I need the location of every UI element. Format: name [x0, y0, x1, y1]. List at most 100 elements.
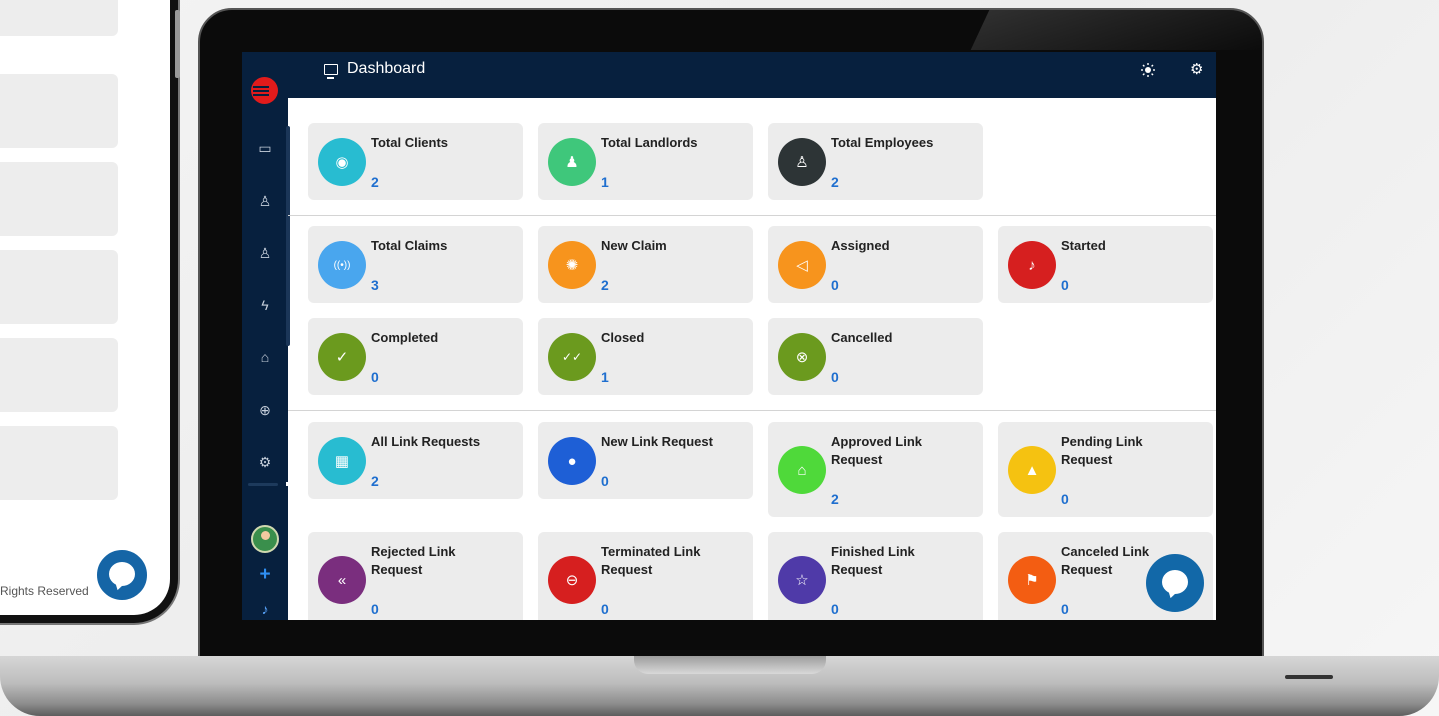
sidebar-lightning-icon[interactable]: ϟ — [242, 297, 288, 313]
card-label: Total Employees — [831, 135, 934, 150]
laptop-notch — [634, 656, 826, 674]
phone-card — [0, 162, 118, 236]
card-label: Total Landlords — [601, 135, 698, 150]
phone-side-button — [175, 10, 180, 78]
card-label: Terminated Link Request — [601, 544, 701, 577]
card-label: Approved Link Request — [831, 434, 923, 467]
laptop-indicator — [1285, 675, 1333, 679]
card-new-claim[interactable]: ✺ New Claim 2 — [538, 226, 753, 303]
card-label: Pending Link Request — [1061, 434, 1143, 467]
card-completed[interactable]: ✓ Completed 0 — [308, 318, 523, 395]
loading-icon: ✺ — [548, 241, 596, 289]
reply-all-icon: « — [318, 556, 366, 604]
card-label: Total Clients — [371, 135, 449, 150]
card-value: 2 — [371, 473, 379, 489]
broadcast-icon: ((•)) — [318, 241, 366, 289]
sidebar-divider — [248, 483, 278, 486]
card-new-link-request[interactable]: ● New Link Request 0 — [538, 422, 753, 499]
card-value: 0 — [371, 601, 379, 617]
building-icon: ▦ — [318, 437, 366, 485]
card-label: Cancelled — [831, 330, 893, 345]
brand-logo[interactable] — [251, 77, 278, 104]
card-label: Completed — [371, 330, 439, 345]
card-approved-link-request[interactable]: ⌂ Approved Link Request 2 — [768, 422, 983, 517]
card-closed[interactable]: ✓✓ Closed 1 — [538, 318, 753, 395]
card-total-landlords[interactable]: ♟ Total Landlords 1 — [538, 123, 753, 200]
card-value: 0 — [831, 601, 839, 617]
card-label: Finished Link Request — [831, 544, 915, 577]
sidebar-users-icon[interactable]: ♙ — [242, 193, 288, 210]
card-label: Closed — [601, 330, 645, 345]
card-value: 3 — [371, 277, 379, 293]
card-rejected-link-request[interactable]: « Rejected Link Request 0 — [308, 532, 523, 620]
page-title-text: Dashboard — [347, 60, 426, 77]
card-assigned[interactable]: ◁ Assigned 0 — [768, 226, 983, 303]
sidebar-scrollbar[interactable] — [286, 126, 290, 346]
card-label: Started — [1061, 238, 1106, 253]
card-value: 0 — [831, 277, 839, 293]
card-value: 1 — [601, 174, 609, 190]
lid-glare — [970, 10, 1262, 50]
notification-bell-icon[interactable]: ♪ — [242, 601, 288, 617]
phone-footer-text: Rights Reserved — [0, 584, 89, 598]
sidebar-active-marker — [286, 482, 292, 486]
x-circle-icon: ⊗ — [778, 333, 826, 381]
sidebar-download-icon[interactable]: ⊕ — [242, 402, 288, 419]
card-label: Rejected Link Request — [371, 544, 456, 577]
card-value: 0 — [1061, 491, 1069, 507]
phone-card — [0, 426, 118, 500]
card-label: New Claim — [601, 238, 667, 253]
dashboard-screen: Dashboard ⚙ ▭ ♙ ♙ ϟ ⌂ ⊕ ⚙ + ♪ ◉ Total Cl… — [242, 52, 1216, 620]
section-divider — [288, 215, 1216, 216]
card-value: 2 — [371, 174, 379, 190]
card-total-clients[interactable]: ◉ Total Clients 2 — [308, 123, 523, 200]
settings-gear-icon[interactable]: ⚙ — [1190, 60, 1203, 78]
sidebar-home-icon[interactable]: ⌂ — [242, 349, 288, 365]
card-value: 0 — [831, 369, 839, 385]
avatar[interactable] — [251, 525, 279, 553]
chat-icon — [109, 562, 135, 586]
top-bar: Dashboard ⚙ — [242, 52, 1216, 98]
check-icon: ✓ — [318, 333, 366, 381]
card-finished-link-request[interactable]: ☆ Finished Link Request 0 — [768, 532, 983, 620]
card-total-claims[interactable]: ((•)) Total Claims 3 — [308, 226, 523, 303]
card-value: 0 — [1061, 601, 1069, 617]
card-total-employees[interactable]: ♙ Total Employees 2 — [768, 123, 983, 200]
flag-icon: ⚑ — [1008, 556, 1056, 604]
phone-card — [0, 0, 118, 36]
minus-circle-icon: ⊖ — [548, 556, 596, 604]
card-value: 0 — [1061, 277, 1069, 293]
card-started[interactable]: ♪ Started 0 — [998, 226, 1213, 303]
card-label: Total Claims — [371, 238, 448, 253]
page-title: Dashboard — [324, 60, 426, 79]
chat-icon — [1162, 570, 1188, 594]
card-label: New Link Request — [601, 434, 713, 449]
card-all-link-requests[interactable]: ▦ All Link Requests 2 — [308, 422, 523, 499]
sidebar-monitor-icon[interactable]: ▭ — [242, 140, 288, 157]
star-icon: ☆ — [778, 556, 826, 604]
phone-screen: Rights Reserved — [0, 0, 170, 615]
sidebar-gear-icon[interactable]: ⚙ — [242, 454, 288, 471]
card-value: 0 — [371, 369, 379, 385]
person-icon: ♟ — [548, 138, 596, 186]
card-value: 2 — [601, 277, 609, 293]
monitor-icon — [324, 63, 338, 79]
sun-icon[interactable] — [1141, 63, 1155, 77]
card-value: 0 — [601, 473, 609, 489]
phone-chat-button[interactable] — [94, 547, 150, 603]
card-cancelled[interactable]: ⊗ Cancelled 0 — [768, 318, 983, 395]
phone-card — [0, 250, 118, 324]
sidebar: ▭ ♙ ♙ ϟ ⌂ ⊕ ⚙ + ♪ — [242, 52, 288, 620]
location-pin-icon: ◉ — [318, 138, 366, 186]
house-check-icon: ⌂ — [778, 446, 826, 494]
sidebar-user-icon[interactable]: ♙ — [242, 245, 288, 262]
chat-button[interactable] — [1146, 554, 1204, 612]
send-icon: ◁ — [778, 241, 826, 289]
card-value: 1 — [601, 369, 609, 385]
bell-icon: ♪ — [1008, 241, 1056, 289]
card-value: 0 — [601, 601, 609, 617]
card-pending-link-request[interactable]: ▲ Pending Link Request 0 — [998, 422, 1213, 517]
plus-icon[interactable]: + — [242, 564, 288, 586]
user-add-icon: ♙ — [778, 138, 826, 186]
card-terminated-link-request[interactable]: ⊖ Terminated Link Request 0 — [538, 532, 753, 620]
